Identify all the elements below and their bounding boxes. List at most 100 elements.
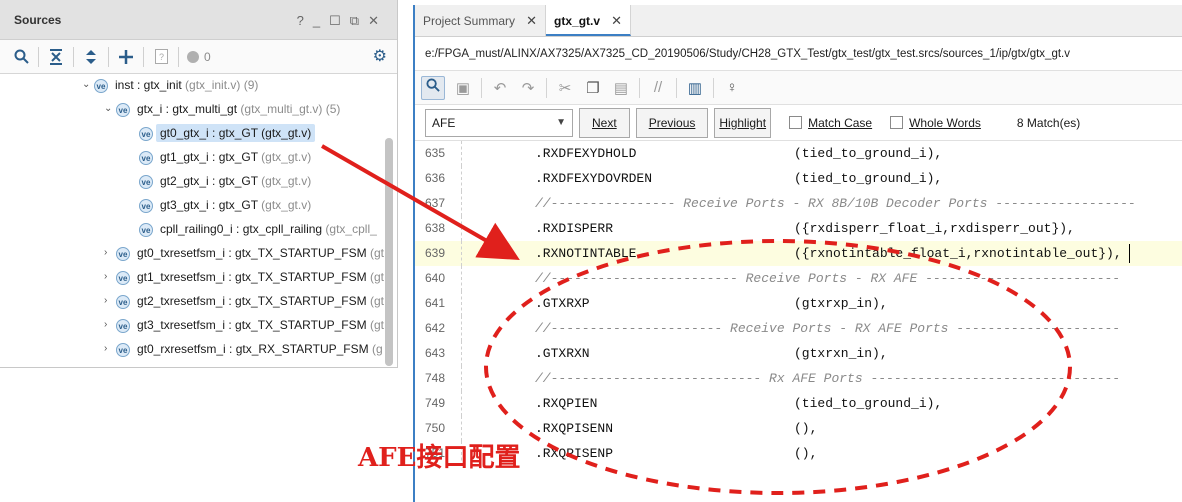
code-line: 636 .RXDFEXYDOVRDEN (tied_to_ground_i), — [415, 166, 1182, 191]
tree-item-gt1-txresetfsm[interactable]: › ve gt1_txresetfsm_i : gtx_TX_STARTUP_F… — [0, 266, 384, 290]
editor-tabs: Project Summary ✕ gtx_gt.v ✕ — [415, 5, 1182, 37]
close-icon[interactable]: ✕ — [526, 5, 537, 37]
line-number: 748 — [425, 371, 446, 385]
code-line: 748 //--------------------------- Rx AFE … — [415, 366, 1182, 391]
chevron-right-icon[interactable]: › — [104, 343, 107, 354]
tree-item-cpll-railing[interactable]: ve cpll_railing0_i : gtx_cpll_railing (g… — [0, 218, 384, 242]
editor-panel: Project Summary ✕ gtx_gt.v ✕ e:/FPGA_mus… — [413, 5, 1182, 502]
filter-count[interactable]: 0 — [187, 50, 211, 64]
maximize-icon[interactable]: ☐ — [329, 13, 341, 29]
code-line: 750 .RXQPISENN (), — [415, 416, 1182, 441]
checkbox-box[interactable] — [890, 116, 904, 129]
help-icon[interactable]: ? — [297, 13, 304, 29]
undo-icon[interactable]: ↶ — [486, 79, 514, 97]
lightbulb-icon[interactable]: ♀ — [718, 79, 746, 96]
insert-template-icon[interactable]: ▥ — [681, 79, 709, 97]
search-icon[interactable] — [421, 75, 445, 100]
close-icon[interactable]: ✕ — [611, 5, 622, 37]
chevron-right-icon[interactable]: › — [104, 319, 107, 330]
tree-item-file: (gtx_gt.v) — [257, 174, 312, 188]
sources-scrollbar[interactable] — [385, 138, 393, 366]
toolbar-separator — [73, 46, 74, 67]
sources-toolbar: ? 0 — [0, 40, 397, 74]
chevron-down-icon[interactable]: ▼ — [556, 110, 566, 136]
tab-project-summary[interactable]: Project Summary ✕ — [415, 5, 547, 37]
code-line: 642 //---------------------- Receive Port… — [415, 316, 1182, 341]
tree-item-gt3-txresetfsm[interactable]: › ve gt3_txresetfsm_i : gtx_TX_STARTUP_F… — [0, 314, 384, 338]
close-icon[interactable]: ✕ — [368, 13, 379, 29]
add-sources-icon[interactable] — [115, 46, 137, 68]
tree-item-gt1-gtx[interactable]: ve gt1_gtx_i : gtx_GT (gtx_gt.v) — [0, 146, 384, 170]
tree-item-gt0-gtx[interactable]: ve gt0_gtx_i : gtx_GT (gtx_gt.v) — [0, 122, 384, 146]
next-button[interactable]: Next — [579, 107, 630, 138]
tab-gtx-gt-v[interactable]: gtx_gt.v ✕ — [546, 5, 632, 37]
code-comment: //---------------------- Receive Ports -… — [535, 321, 1121, 336]
tree-item-gt0-txresetfsm[interactable]: › ve gt0_txresetfsm_i : gtx_TX_STARTUP_F… — [0, 242, 384, 266]
tree-item-gt0-rxresetfsm[interactable]: › ve gt0_rxresetfsm_i : gtx_RX_STARTUP_F… — [0, 338, 384, 362]
tree-item-file: (gtx_gt.v) — [257, 150, 312, 164]
chevron-right-icon[interactable]: › — [104, 271, 107, 282]
scrollbar-thumb[interactable] — [385, 138, 393, 366]
float-icon[interactable]: ⧉ — [350, 13, 359, 29]
verilog-file-icon: ve — [139, 223, 153, 237]
match-case-checkbox[interactable]: Match Case — [789, 116, 872, 130]
tree-item-label: gt1_txresetfsm_i : gtx_TX_STARTUP_FSM — [137, 270, 367, 284]
tree-item-gt2-gtx[interactable]: ve gt2_gtx_i : gtx_GT (gtx_gt.v) — [0, 170, 384, 194]
tree-item-gt3-gtx[interactable]: ve gt3_gtx_i : gtx_GT (gtx_gt.v) — [0, 194, 384, 218]
highlight-button[interactable]: Highlight — [714, 107, 772, 138]
code-value: ({rxdisperr_float_i,rxdisperr_out}), — [794, 221, 1075, 236]
comment-toggle-icon[interactable]: // — [644, 79, 672, 96]
code-value: (tied_to_ground_i), — [794, 396, 943, 411]
whole-words-checkbox[interactable]: Whole Words — [890, 116, 981, 130]
cut-icon[interactable]: ✂ — [551, 79, 579, 97]
tree-item-label: cpll_railing0_i : gtx_cpll_railing — [160, 222, 323, 236]
code-text: .RXDFEXYDOVRDEN — [535, 171, 653, 186]
tree-item-file: (gt — [366, 246, 384, 260]
chevron-right-icon[interactable]: › — [104, 247, 107, 258]
code-area[interactable]: 635 .RXDFEXYDHOLD (tied_to_ground_i), 636.… — [415, 141, 1182, 466]
toolbar-separator — [108, 46, 109, 67]
previous-button[interactable]: Previous — [635, 107, 709, 138]
code-value: (tied_to_ground_i), — [794, 171, 943, 186]
paste-icon[interactable]: ▤ — [607, 79, 635, 97]
redo-icon[interactable]: ↷ — [514, 79, 542, 97]
code-comment: //------------------------ Receive Ports… — [535, 271, 1121, 286]
chevron-down-icon[interactable]: ⌄ — [82, 79, 90, 90]
verilog-file-icon: ve — [94, 79, 108, 93]
copy-icon[interactable]: ❐ — [579, 79, 607, 97]
line-number: 642 — [425, 321, 446, 335]
code-value: (gtxrxp_in), — [794, 296, 888, 311]
match-count: 8 Match(es) — [1016, 115, 1081, 130]
search-icon[interactable] — [10, 46, 32, 68]
window-controls: ? _ ☐ ⧉ ✕ — [297, 13, 379, 29]
tree-item-file: (gtx_gt.v) — [257, 198, 312, 212]
verilog-file-icon: ve — [139, 175, 153, 189]
tree-item-file: (gt — [366, 318, 384, 332]
minimize-icon[interactable]: _ — [313, 13, 320, 29]
verilog-file-icon: ve — [116, 271, 130, 285]
code-value: (gtxrxn_in), — [794, 346, 888, 361]
chevron-down-icon[interactable]: ⌄ — [104, 103, 112, 114]
gear-icon[interactable]: ⚙ — [373, 46, 387, 66]
tree-item-file: (gt — [366, 294, 384, 308]
tree-item-file: (gtx_multi_gt.v) (5) — [237, 102, 341, 116]
find-query-combo[interactable]: AFE ▼ — [425, 108, 573, 137]
properties-icon[interactable]: ? — [150, 46, 172, 68]
tree-item-gtx-init[interactable]: ⌄ ve inst : gtx_init (gtx_init.v) (9) — [0, 74, 384, 98]
sources-panel: Sources ? _ ☐ ⧉ ✕ ? 0 ⚙ ⌄ ve inst: gtx_… — [0, 0, 398, 368]
tree-item-label: gt3_gtx_i : gtx_GT — [160, 198, 258, 212]
tree-item-gtx-multi-gt[interactable]: ⌄ ve gtx_i : gtx_multi_gt (gtx_multi_gt.… — [0, 98, 384, 122]
tree-item-label: gt0_txresetfsm_i : gtx_TX_STARTUP_FSM — [137, 246, 367, 260]
line-number: 635 — [425, 146, 446, 160]
expand-all-icon[interactable] — [80, 46, 102, 68]
collapse-all-icon[interactable] — [45, 46, 67, 68]
chevron-right-icon[interactable]: › — [104, 295, 107, 306]
tree-item-gt2-txresetfsm[interactable]: › ve gt2_txresetfsm_i : gtx_TX_STARTUP_F… — [0, 290, 384, 314]
save-icon[interactable]: ▣ — [449, 79, 477, 97]
checkbox-box[interactable] — [789, 116, 803, 129]
code-line: 749 .RXQPIEN (tied_to_ground_i), — [415, 391, 1182, 416]
code-line-current: 639 .RXNOTINTABLE ({rxnotintable_float_i,r… — [415, 241, 1182, 266]
verilog-file-icon: ve — [139, 151, 153, 165]
tree-item-label: inst : gtx_init — [115, 78, 182, 92]
code-line: 637 //---------------- Receive Ports - RX… — [415, 191, 1182, 216]
